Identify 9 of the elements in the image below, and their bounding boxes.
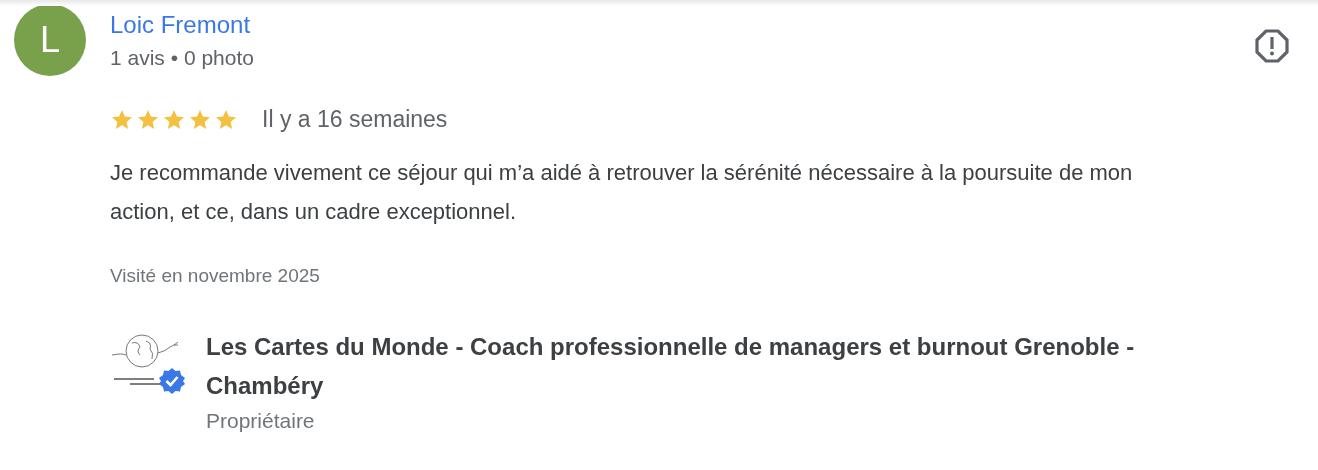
avatar[interactable]: L	[14, 4, 86, 76]
reviewer-name[interactable]: Loic Fremont	[110, 8, 254, 42]
review-text: Je recommande vivement ce séjour qui m’a aidé à retrouver la sérénité nécessaire à la poursuite de mon action, et ce, dans un cadre exceptionnel.	[110, 159, 1134, 226]
owner-role: Propriétaire	[206, 408, 316, 434]
review-time: Il y a 16 semaines	[262, 106, 448, 133]
reviewer-stats: 1 avis • 0 photo	[110, 45, 254, 71]
owner-name: Les Cartes du Monde - Coach professionnelle de managers et burnout Grenoble - Chambéry	[206, 332, 1136, 401]
visit-date: Visité en novembre 2025	[110, 265, 320, 287]
report-icon[interactable]	[1254, 28, 1290, 64]
